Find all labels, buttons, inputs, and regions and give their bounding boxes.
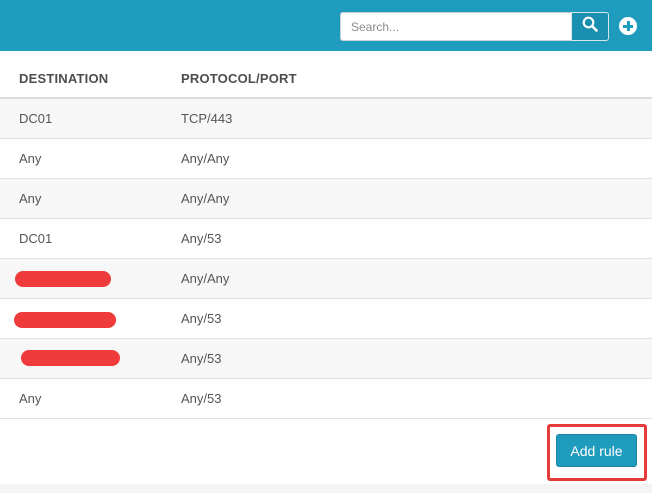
search-icon <box>582 16 598 37</box>
destination-cell: Any <box>19 391 42 406</box>
protocol-port-cell: TCP/443 <box>181 111 233 126</box>
protocol-port-cell: Any/53 <box>181 311 222 326</box>
table-row[interactable]: Any Any/53 <box>0 379 652 419</box>
redaction-mark <box>21 350 120 366</box>
add-rule-button[interactable]: Add rule <box>556 434 637 467</box>
plus-circle-icon[interactable] <box>619 17 637 35</box>
table-row[interactable]: Any Any/Any <box>0 139 652 179</box>
redaction-mark <box>15 271 111 287</box>
protocol-port-cell: Any/53 <box>181 351 222 366</box>
protocol-port-cell: Any/53 <box>181 231 222 246</box>
top-bar <box>0 0 652 51</box>
table-row[interactable]: Any Any/Any <box>0 179 652 219</box>
table-row[interactable]: Any/Any <box>0 259 652 299</box>
table-row[interactable]: Any/53 <box>0 339 652 379</box>
destination-cell: DC01 <box>19 111 53 126</box>
table-row[interactable]: DC01 TCP/443 <box>0 99 652 139</box>
footer-strip <box>0 484 652 493</box>
table-header: DESTINATION PROTOCOL/PORT <box>0 51 652 99</box>
destination-cell: DC01 <box>19 231 53 246</box>
search-button[interactable] <box>571 12 609 41</box>
protocol-port-cell: Any/Any <box>181 151 230 166</box>
table-row[interactable]: Any/53 <box>0 299 652 339</box>
protocol-port-cell: Any/Any <box>181 271 230 286</box>
protocol-port-cell: Any/Any <box>181 191 230 206</box>
table-row[interactable]: DC01 Any/53 <box>0 219 652 259</box>
protocol-port-cell: Any/53 <box>181 391 222 406</box>
destination-cell: Any <box>19 151 42 166</box>
search-input[interactable] <box>340 12 571 41</box>
rules-table: DESTINATION PROTOCOL/PORT DC01 TCP/443 A… <box>0 51 652 419</box>
column-header-protocol-port: PROTOCOL/PORT <box>181 71 297 86</box>
redaction-mark <box>14 312 116 328</box>
destination-cell: Any <box>19 191 42 206</box>
column-header-destination: DESTINATION <box>19 71 109 86</box>
